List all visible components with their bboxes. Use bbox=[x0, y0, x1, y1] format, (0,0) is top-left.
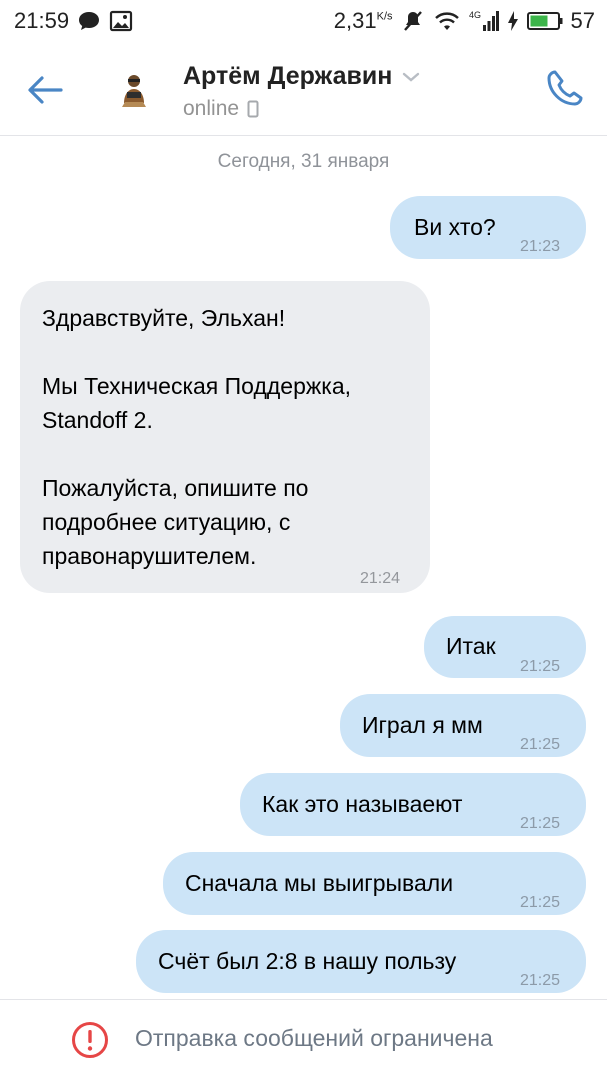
status-bar-right: 2,31K/s 4G 57 bbox=[334, 8, 595, 34]
message-time: 21:25 bbox=[520, 894, 561, 911]
message-text: Здравствуйте, Эльхан! Мы Техническая Под… bbox=[42, 301, 412, 573]
date-separator: Сегодня, 31 января bbox=[217, 151, 390, 172]
message-line: правонарушителем. bbox=[42, 543, 257, 569]
message-line bbox=[42, 335, 412, 369]
message-line: Здравствуйте, Эльхан! bbox=[42, 305, 286, 331]
mute-icon bbox=[403, 11, 422, 31]
charging-icon bbox=[507, 11, 518, 31]
message-time: 21:25 bbox=[520, 658, 561, 675]
status-bar: 21:59 2,31K/s 4G 57 bbox=[0, 0, 607, 42]
chevron-down-icon bbox=[403, 72, 420, 82]
outgoing-message[interactable]: Сначала мы выигрывали 21:25 bbox=[163, 852, 586, 915]
chat-header: Артём Державин online bbox=[0, 42, 607, 136]
restriction-notice: Отправка сообщений ограничена bbox=[135, 1025, 493, 1051]
mobile-device-icon bbox=[247, 100, 259, 118]
message-line: подробнее ситуацию, с bbox=[42, 509, 291, 535]
outgoing-message[interactable]: Как это называеют 21:25 bbox=[240, 773, 586, 836]
status-bar-left: 21:59 bbox=[14, 8, 133, 34]
message-text: Сначала мы выигрывали bbox=[185, 870, 454, 896]
outgoing-message[interactable]: Играл я мм 21:25 bbox=[340, 694, 586, 757]
message-time: 21:25 bbox=[520, 972, 561, 989]
back-arrow-icon bbox=[28, 76, 63, 104]
call-button[interactable] bbox=[543, 66, 587, 110]
message-text: Как это называеют bbox=[262, 791, 463, 817]
message-line bbox=[42, 437, 412, 471]
online-status: online bbox=[183, 97, 259, 121]
back-button[interactable] bbox=[22, 70, 68, 110]
message-line: Мы Техническая Поддержка, bbox=[42, 373, 352, 399]
message-text: Итак bbox=[446, 633, 496, 659]
chat-screen: 21:59 2,31K/s 4G 57 Артём Державин onlin… bbox=[0, 0, 607, 1080]
message-time: 21:24 bbox=[360, 570, 401, 587]
network-speed: 2,31K/s bbox=[333, 8, 393, 33]
message-time: 21:23 bbox=[520, 238, 561, 255]
contact-name-button[interactable]: Артём Державин bbox=[183, 62, 420, 91]
clock: 21:59 bbox=[14, 8, 70, 33]
message-text: Ви хто? bbox=[414, 214, 496, 240]
message-line: Пожалуйста, опишите по bbox=[42, 475, 309, 501]
avatar[interactable] bbox=[118, 73, 150, 109]
status-text: online bbox=[183, 97, 240, 120]
outgoing-message[interactable]: Счёт был 2:8 в нашу пользу 21:25 bbox=[136, 930, 586, 993]
message-line: Standoff 2. bbox=[42, 407, 153, 433]
message-text: Счёт был 2:8 в нашу пользу bbox=[158, 948, 457, 974]
message-list[interactable]: Сегодня, 31 января Ви хто? 21:23 Здравст… bbox=[0, 137, 607, 999]
phone-icon bbox=[547, 70, 583, 106]
network-type-label: 4G bbox=[469, 10, 481, 20]
battery-percent: 57 bbox=[570, 8, 595, 33]
incoming-message[interactable]: Здравствуйте, Эльхан! Мы Техническая Под… bbox=[20, 281, 430, 593]
battery-icon bbox=[526, 12, 563, 30]
chat-notification-icon bbox=[79, 12, 100, 30]
messaging-restricted-bar: Отправка сообщений ограничена bbox=[0, 999, 607, 1080]
image-notification-icon bbox=[109, 10, 133, 32]
outgoing-message[interactable]: Ви хто? 21:23 bbox=[390, 196, 586, 259]
warning-icon bbox=[72, 1022, 108, 1058]
wifi-icon bbox=[434, 12, 459, 30]
signal-icon: 4G bbox=[469, 10, 499, 31]
outgoing-message[interactable]: Итак 21:25 bbox=[424, 616, 586, 678]
contact-name: Артём Державин bbox=[183, 62, 393, 90]
message-time: 21:25 bbox=[520, 815, 561, 832]
message-text: Играл я мм bbox=[362, 712, 483, 738]
message-time: 21:25 bbox=[520, 736, 561, 753]
